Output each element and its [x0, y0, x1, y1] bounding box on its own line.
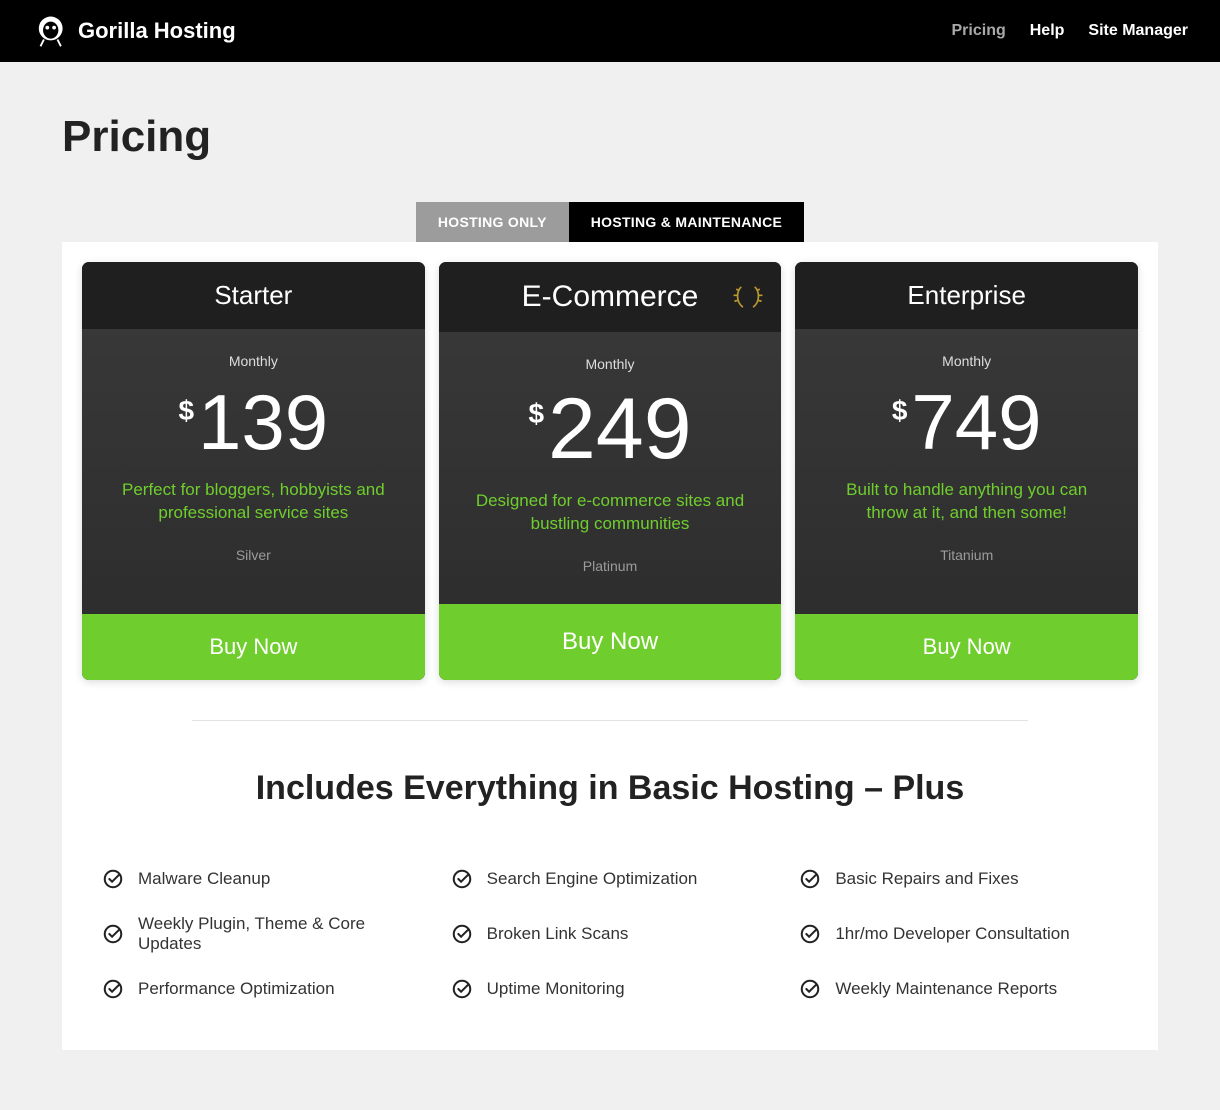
feature-label: Weekly Maintenance Reports	[835, 979, 1057, 999]
feature-label: Weekly Plugin, Theme & Core Updates	[138, 914, 421, 954]
plan-card-enterprise: Enterprise Monthly $ 749 Built to handle…	[795, 262, 1138, 680]
includes-heading: Includes Everything in Basic Hosting – P…	[82, 769, 1138, 808]
pricing-panel: Starter Monthly $ 139 Perfect for blogge…	[62, 242, 1158, 1050]
feature-item: Search Engine Optimization	[451, 868, 770, 890]
buy-now-button[interactable]: Buy Now	[82, 614, 425, 680]
feature-item: Basic Repairs and Fixes	[799, 868, 1118, 890]
plan-title: Enterprise	[795, 262, 1138, 329]
plan-period: Monthly	[815, 353, 1118, 369]
plan-card-starter: Starter Monthly $ 139 Perfect for blogge…	[82, 262, 425, 680]
feature-item: Weekly Plugin, Theme & Core Updates	[102, 914, 421, 954]
check-circle-icon	[102, 923, 124, 945]
plan-tier: Platinum	[459, 558, 762, 574]
feature-item: 1hr/mo Developer Consultation	[799, 914, 1118, 954]
section-divider	[192, 720, 1028, 721]
currency-symbol: $	[528, 398, 544, 430]
feature-label: Malware Cleanup	[138, 869, 270, 889]
pricing-tabs: HOSTING ONLY HOSTING & MAINTENANCE	[62, 202, 1158, 242]
feature-label: Broken Link Scans	[487, 924, 629, 944]
plan-period: Monthly	[459, 356, 762, 372]
gorilla-icon	[32, 14, 66, 48]
buy-now-button[interactable]: Buy Now	[439, 604, 782, 680]
feature-item: Malware Cleanup	[102, 868, 421, 890]
top-nav: Pricing Help Site Manager	[952, 22, 1189, 40]
price-value: 139	[198, 383, 328, 461]
feature-item: Broken Link Scans	[451, 914, 770, 954]
feature-label: Performance Optimization	[138, 979, 335, 999]
plan-title: Starter	[82, 262, 425, 329]
feature-label: Basic Repairs and Fixes	[835, 869, 1018, 889]
plan-title-text: E-Commerce	[522, 280, 699, 313]
plan-price: $ 139	[102, 383, 405, 461]
plan-price: $ 749	[815, 383, 1118, 461]
plan-period: Monthly	[102, 353, 405, 369]
nav-item-pricing[interactable]: Pricing	[952, 22, 1006, 40]
plan-cards: Starter Monthly $ 139 Perfect for blogge…	[82, 262, 1138, 680]
plan-description: Designed for e-commerce sites and bustli…	[459, 490, 762, 536]
feature-label: Search Engine Optimization	[487, 869, 698, 889]
feature-label: 1hr/mo Developer Consultation	[835, 924, 1069, 944]
tab-hosting-maintenance[interactable]: HOSTING & MAINTENANCE	[569, 202, 804, 242]
check-circle-icon	[799, 978, 821, 1000]
check-circle-icon	[102, 978, 124, 1000]
check-circle-icon	[451, 923, 473, 945]
check-circle-icon	[799, 923, 821, 945]
plan-tier: Titanium	[815, 547, 1118, 563]
check-circle-icon	[451, 868, 473, 890]
check-circle-icon	[102, 868, 124, 890]
page-title: Pricing	[62, 112, 1158, 162]
buy-now-button[interactable]: Buy Now	[795, 614, 1138, 680]
check-circle-icon	[451, 978, 473, 1000]
plan-title: E-Commerce	[439, 262, 782, 332]
brand-name: Gorilla Hosting	[78, 18, 236, 44]
brand[interactable]: Gorilla Hosting	[32, 14, 236, 48]
feature-item: Uptime Monitoring	[451, 978, 770, 1000]
plan-description: Perfect for bloggers, hobbyists and prof…	[102, 479, 405, 525]
plan-price: $ 249	[459, 386, 762, 472]
feature-grid: Malware Cleanup Search Engine Optimizati…	[82, 868, 1138, 1000]
nav-item-help[interactable]: Help	[1030, 22, 1065, 40]
tab-hosting-only[interactable]: HOSTING ONLY	[416, 202, 569, 242]
site-header: Gorilla Hosting Pricing Help Site Manage…	[0, 0, 1220, 62]
feature-item: Performance Optimization	[102, 978, 421, 1000]
plan-description: Built to handle anything you can throw a…	[815, 479, 1118, 525]
currency-symbol: $	[892, 395, 908, 427]
nav-item-site-manager[interactable]: Site Manager	[1088, 22, 1188, 40]
price-value: 249	[548, 386, 692, 472]
currency-symbol: $	[178, 395, 194, 427]
feature-label: Uptime Monitoring	[487, 979, 625, 999]
feature-item: Weekly Maintenance Reports	[799, 978, 1118, 1000]
check-circle-icon	[799, 868, 821, 890]
plan-tier: Silver	[102, 547, 405, 563]
price-value: 749	[911, 383, 1041, 461]
laurel-icon	[731, 280, 765, 314]
plan-card-ecommerce: E-Commerce Monthly $ 249	[439, 262, 782, 680]
